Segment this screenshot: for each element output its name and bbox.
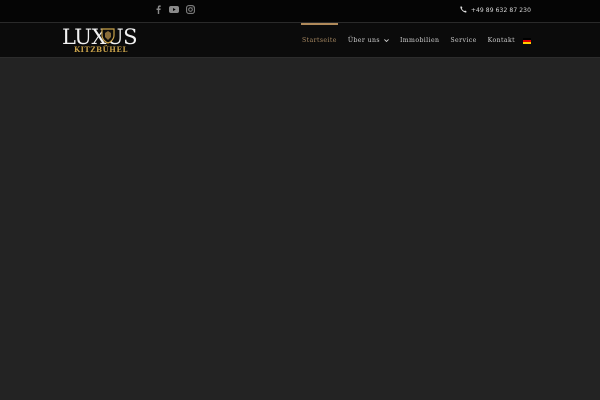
nav-item-label: Startseite: [302, 37, 337, 44]
nav-item-immobilien[interactable]: Immobilien: [400, 23, 439, 58]
site-logo[interactable]: LUXUS KITZBÜHEL: [62, 25, 138, 55]
phone-contact[interactable]: +49 89 632 87 230: [460, 6, 531, 15]
nav-item-label: Service: [450, 37, 477, 44]
chevron-down-icon: [384, 37, 389, 44]
nav-item-startseite[interactable]: Startseite: [301, 23, 338, 58]
nav-item-kontakt[interactable]: Kontakt: [488, 23, 515, 58]
de-flag-icon[interactable]: [523, 37, 532, 44]
nav-item-service[interactable]: Service: [450, 23, 476, 58]
social-links: [153, 4, 195, 15]
top-bar: +49 89 632 87 230: [0, 0, 600, 23]
main-navigation: Startseite Über uns Immobilien Service K…: [301, 23, 532, 58]
logo-shield-icon: [101, 28, 115, 44]
phone-number[interactable]: +49 89 632 87 230: [471, 7, 531, 14]
main-content-area: [0, 58, 600, 400]
nav-item-label: Immobilien: [399, 37, 440, 44]
nav-item-label: Kontakt: [487, 37, 516, 44]
phone-icon: [460, 6, 467, 15]
facebook-icon[interactable]: [153, 4, 163, 15]
instagram-icon[interactable]: [185, 4, 195, 15]
logo-subtitle: KITZBÜHEL: [72, 45, 130, 54]
youtube-icon[interactable]: [169, 4, 179, 15]
nav-item-label: Über uns: [347, 37, 380, 44]
nav-item-ueber-uns[interactable]: Über uns: [348, 23, 389, 58]
site-header: LUXUS KITZBÜHEL Startseite Über uns Immo…: [0, 23, 600, 58]
